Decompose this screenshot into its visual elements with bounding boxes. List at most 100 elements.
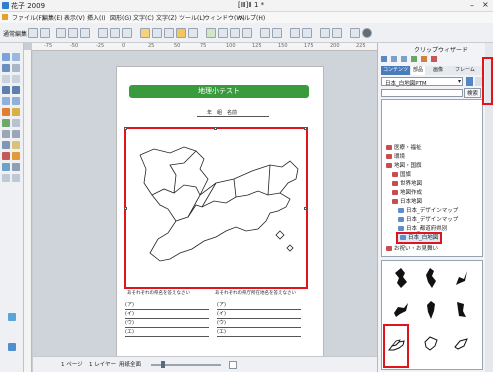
select-tool-icon[interactable] [2, 53, 10, 61]
clip-thumbnail[interactable] [452, 299, 470, 321]
shikoku-map[interactable] [130, 135, 304, 283]
menu-icon[interactable] [475, 77, 482, 86]
shikoku-thumbnail[interactable] [387, 336, 407, 356]
tree-item-medical[interactable]: 医療・福祉 [386, 144, 422, 153]
fill-tool-icon[interactable] [2, 119, 10, 127]
download-icon[interactable] [466, 77, 473, 86]
cut-icon[interactable] [98, 28, 108, 38]
menu-insert[interactable]: 挿入(I) [87, 13, 105, 22]
text-icon[interactable] [218, 28, 228, 38]
align-icon[interactable] [272, 28, 282, 38]
tree-item-japan-map[interactable]: 日本地図 [392, 198, 422, 207]
redo-icon[interactable] [332, 28, 342, 38]
side-panel-highlight[interactable] [482, 57, 493, 105]
clip-thumbnail[interactable] [392, 299, 410, 321]
answer-line[interactable]: (ア) [125, 301, 209, 310]
hand-tool-icon[interactable] [12, 163, 20, 171]
text-tool-icon[interactable] [2, 75, 10, 83]
frame-tool-icon[interactable] [12, 130, 20, 138]
undo-icon[interactable] [320, 28, 330, 38]
pen-tool-icon[interactable] [2, 108, 10, 116]
menu-shape[interactable]: 図形(G) [110, 13, 131, 22]
line-tool-icon[interactable] [2, 86, 10, 94]
answer-line[interactable]: (ウ) [217, 319, 301, 328]
tab-images[interactable]: 画像 [431, 66, 445, 75]
new-file-icon[interactable] [28, 28, 38, 38]
tree-item-environment[interactable]: 環境 [386, 153, 405, 162]
hand-icon[interactable] [302, 28, 312, 38]
more-tools-icon[interactable] [12, 174, 20, 182]
zoom-tool-icon[interactable] [2, 163, 10, 171]
draw-icon[interactable] [206, 28, 216, 38]
ellipse-tool-icon[interactable] [12, 97, 20, 105]
paste-icon[interactable] [122, 28, 132, 38]
copy-icon[interactable] [110, 28, 120, 38]
map-selection-highlight[interactable] [124, 127, 308, 289]
list-view-icon[interactable] [391, 56, 397, 62]
resize-handle[interactable] [304, 207, 307, 210]
zoom-mode[interactable]: 用紙全面 [119, 360, 141, 368]
tree-item-japan-design-1[interactable]: 日本_デザインマップ [398, 207, 458, 216]
curve-tool-icon[interactable] [12, 86, 20, 94]
rect-tool-icon[interactable] [2, 97, 10, 105]
test-title-banner[interactable]: 地理小テスト [129, 85, 309, 98]
rotate-tool-icon[interactable] [12, 64, 20, 72]
tree-item-flags[interactable]: 国旗 [392, 171, 411, 180]
close-icon[interactable]: × [482, 0, 489, 9]
layer-tool-icon[interactable] [8, 343, 16, 351]
clip-thumbnail[interactable] [422, 299, 440, 321]
tree-item-map-making[interactable]: 地図作成 [392, 189, 422, 198]
detail-view-icon[interactable] [401, 56, 407, 62]
page-indicator[interactable]: 1 ページ [61, 360, 83, 368]
detail-tool-icon[interactable] [2, 174, 10, 182]
vertical-text-icon[interactable] [12, 75, 20, 83]
resize-handle[interactable] [304, 127, 307, 130]
answer-line[interactable]: (ア) [217, 301, 301, 310]
menu-file[interactable]: ファイル(F) [12, 13, 44, 22]
menu-help[interactable]: ヘルプ(H) [238, 13, 265, 22]
settings-icon[interactable] [362, 28, 372, 38]
tree-item-japan-design-2[interactable]: 日本_デザインマップ [398, 216, 458, 225]
menu-edit[interactable]: 編集(E) [42, 13, 62, 22]
delete-icon[interactable] [431, 56, 437, 62]
preview-icon[interactable] [80, 28, 90, 38]
minimize-icon[interactable]: – [470, 1, 474, 10]
clip-thumbnail[interactable] [392, 267, 410, 289]
chart-icon[interactable] [176, 28, 186, 38]
brush-tool-icon[interactable] [12, 108, 20, 116]
print-icon[interactable] [68, 28, 78, 38]
clip-thumbnail[interactable] [422, 333, 440, 355]
search-button[interactable]: 検索 [464, 88, 482, 98]
tree-item-celebration[interactable]: お祝い・お見舞い [386, 245, 438, 254]
search-input[interactable] [381, 89, 463, 97]
answer-line[interactable]: (エ) [217, 328, 301, 337]
category-select[interactable]: 日本_白地図PTM ▾ [381, 77, 463, 87]
eraser-tool-icon[interactable] [12, 119, 20, 127]
answer-line[interactable]: (イ) [125, 310, 209, 319]
resize-handle[interactable] [124, 127, 127, 130]
layer-indicator[interactable]: 1 レイヤー [89, 360, 116, 368]
tree-item-japan-blank-map[interactable]: 日本_白地図 [396, 232, 443, 244]
clip-thumbnail[interactable] [452, 267, 470, 289]
chart-tool-icon[interactable] [2, 141, 10, 149]
tab-contents[interactable]: コンテンツ [381, 66, 411, 75]
image-tool-icon[interactable] [12, 141, 20, 149]
menu-tools[interactable]: ツール(L) [179, 13, 205, 22]
table-icon[interactable] [164, 28, 174, 38]
answer-line[interactable]: (エ) [125, 328, 209, 337]
menu-char[interactable]: 文字(C) [133, 13, 154, 22]
resize-handle[interactable] [124, 207, 127, 210]
tree-item-world-map[interactable]: 世界地図 [392, 180, 422, 189]
zoom-slider-thumb[interactable] [161, 361, 165, 368]
selected-clip-highlight[interactable] [383, 324, 409, 368]
shape-tool-icon[interactable] [2, 152, 10, 160]
tree-item-maps-flags[interactable]: 地図・国旗 [386, 162, 422, 171]
star-tool-icon[interactable] [12, 152, 20, 160]
open-folder-icon[interactable] [40, 28, 50, 38]
refresh-icon[interactable] [411, 56, 417, 62]
view-tool-icon[interactable] [8, 313, 16, 321]
menu-text[interactable]: 文字(Z) [156, 13, 177, 22]
tab-parts[interactable]: 部品 [411, 66, 426, 75]
edit-mode-label[interactable]: 通常編集 [3, 29, 27, 38]
tab-frames[interactable]: フレーム [453, 66, 477, 75]
